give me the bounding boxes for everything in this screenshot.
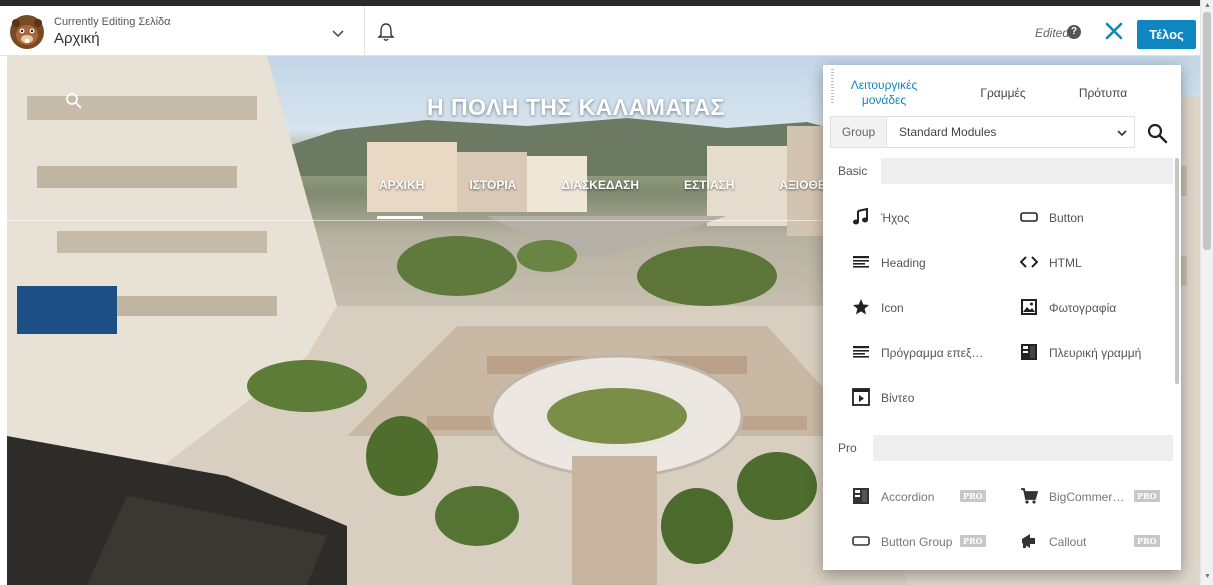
module-item-icon[interactable]: Icon <box>852 298 1017 318</box>
module-item-sidebar[interactable]: Πλευρική γραμμή <box>1020 343 1173 363</box>
text-editor-icon <box>853 346 869 358</box>
module-label: Βίντεο <box>881 391 915 405</box>
bell-icon[interactable] <box>377 22 395 42</box>
active-nav-indicator <box>377 216 423 219</box>
section-header-basic: Basic <box>823 158 1173 184</box>
site-navigation: ΑΡΧΙΚΗ ΙΣΤΟΡΙΑ ΔΙΑΣΚΕΔΑΣΗ ΕΣΤΙΑΣΗ ΑΞΙΟΘΕ… <box>379 178 886 192</box>
module-item-text-editor[interactable]: Πρόγραμμα επεξ… <box>852 343 1017 363</box>
photo-icon <box>1021 299 1037 315</box>
module-label: Accordion <box>881 490 935 504</box>
module-label: Ήχος <box>881 211 910 225</box>
module-item-video[interactable]: Βίντεο <box>852 388 1017 408</box>
module-item-accordion[interactable]: Accordion PRO <box>852 487 1017 507</box>
video-icon <box>852 388 870 406</box>
accordion-icon <box>853 488 869 504</box>
group-label: Group <box>831 117 887 147</box>
module-item-bigcommerce[interactable]: BigCommer… PRO <box>1020 487 1173 507</box>
module-item-audio[interactable]: Ήχος <box>852 208 1017 228</box>
module-label: Button Group <box>881 535 953 549</box>
module-label: Πρόγραμμα επεξ… <box>881 346 984 360</box>
scroll-down-arrow-icon[interactable]: ▼ <box>1204 573 1211 580</box>
section-label: Pro <box>823 435 873 461</box>
code-icon <box>1020 256 1038 268</box>
done-button[interactable]: Τέλος <box>1137 20 1196 49</box>
module-label: BigCommer… <box>1049 490 1125 504</box>
module-panel: Λειτουργικές μονάδες Γραμμές Πρότυπα Gro… <box>823 65 1181 570</box>
chevron-down-icon[interactable] <box>1117 128 1127 138</box>
button-icon <box>1020 212 1038 222</box>
module-label: Button <box>1049 211 1084 225</box>
help-icon[interactable]: ? <box>1067 25 1081 39</box>
cart-icon <box>1021 488 1038 504</box>
edited-status: Edited <box>1035 26 1070 40</box>
module-group-select[interactable]: Group Standard Modules <box>830 116 1135 148</box>
pro-badge: PRO <box>960 535 986 547</box>
site-nav-item[interactable]: ΙΣΤΟΡΙΑ <box>469 178 516 192</box>
music-note-icon <box>853 208 868 225</box>
module-label: Icon <box>881 301 904 315</box>
heading-icon <box>853 256 869 268</box>
tab-modules[interactable]: Λειτουργικές μονάδες <box>847 78 921 108</box>
button-group-icon <box>852 536 870 546</box>
site-search-icon[interactable] <box>65 92 83 110</box>
panel-scrollbar-thumb[interactable] <box>1175 158 1179 384</box>
section-header-pro: Pro <box>823 435 1173 461</box>
module-item-button[interactable]: Button <box>1020 208 1173 228</box>
search-icon[interactable] <box>1146 122 1168 144</box>
site-title: Η ΠΟΛΗ ΤΗΣ ΚΑΛΑΜΑΤΑΣ <box>427 94 725 120</box>
pro-badge: PRO <box>1134 490 1160 502</box>
editing-context-label: Currently Editing Σελίδα <box>54 16 171 28</box>
group-value[interactable]: Standard Modules <box>899 125 996 139</box>
chevron-down-icon[interactable] <box>331 26 345 40</box>
tab-rows[interactable]: Γραμμές <box>973 86 1033 100</box>
panel-scrollbar[interactable] <box>1173 158 1181 570</box>
scrollbar-thumb[interactable] <box>1203 12 1211 250</box>
site-nav-item[interactable]: ΑΡΧΙΚΗ <box>379 178 424 192</box>
site-nav-item[interactable]: ΔΙΑΣΚΕΔΑΣΗ <box>561 178 639 192</box>
page-scrollbar[interactable]: ▲ ▼ <box>1200 0 1213 585</box>
module-label: Φωτογραφία <box>1049 301 1117 315</box>
toolbar-divider <box>364 6 365 55</box>
star-icon <box>853 299 869 315</box>
module-item-html[interactable]: HTML <box>1020 253 1173 273</box>
module-label: Πλευρική γραμμή <box>1049 346 1142 360</box>
module-label: Heading <box>881 256 926 270</box>
beaver-builder-logo <box>10 15 44 49</box>
module-item-photo[interactable]: Φωτογραφία <box>1020 298 1173 318</box>
tab-templates[interactable]: Πρότυπα <box>1073 86 1133 100</box>
panel-drag-handle[interactable] <box>831 69 834 103</box>
module-label: HTML <box>1049 256 1082 270</box>
megaphone-icon <box>1022 534 1035 548</box>
sidebar-icon <box>1021 344 1037 360</box>
pro-badge: PRO <box>960 490 986 502</box>
module-list: Basic Ήχος Button Heading HTML Icon Φωτο… <box>823 158 1173 570</box>
module-item-heading[interactable]: Heading <box>852 253 1017 273</box>
scroll-up-arrow-icon[interactable]: ▲ <box>1204 2 1211 9</box>
section-label: Basic <box>823 158 881 184</box>
pro-badge: PRO <box>1134 535 1160 547</box>
site-nav-item[interactable]: ΕΣΤΙΑΣΗ <box>684 178 734 192</box>
module-label: Callout <box>1049 535 1087 549</box>
nav-divider-line <box>7 220 827 221</box>
module-item-button-group[interactable]: Button Group PRO <box>852 532 1017 552</box>
module-item-callout[interactable]: Callout PRO <box>1020 532 1173 552</box>
close-icon[interactable] <box>1104 21 1124 41</box>
editor-toolbar: Currently Editing Σελίδα Αρχική Edited ?… <box>0 0 1200 56</box>
current-page-selector[interactable]: Αρχική <box>54 30 100 47</box>
